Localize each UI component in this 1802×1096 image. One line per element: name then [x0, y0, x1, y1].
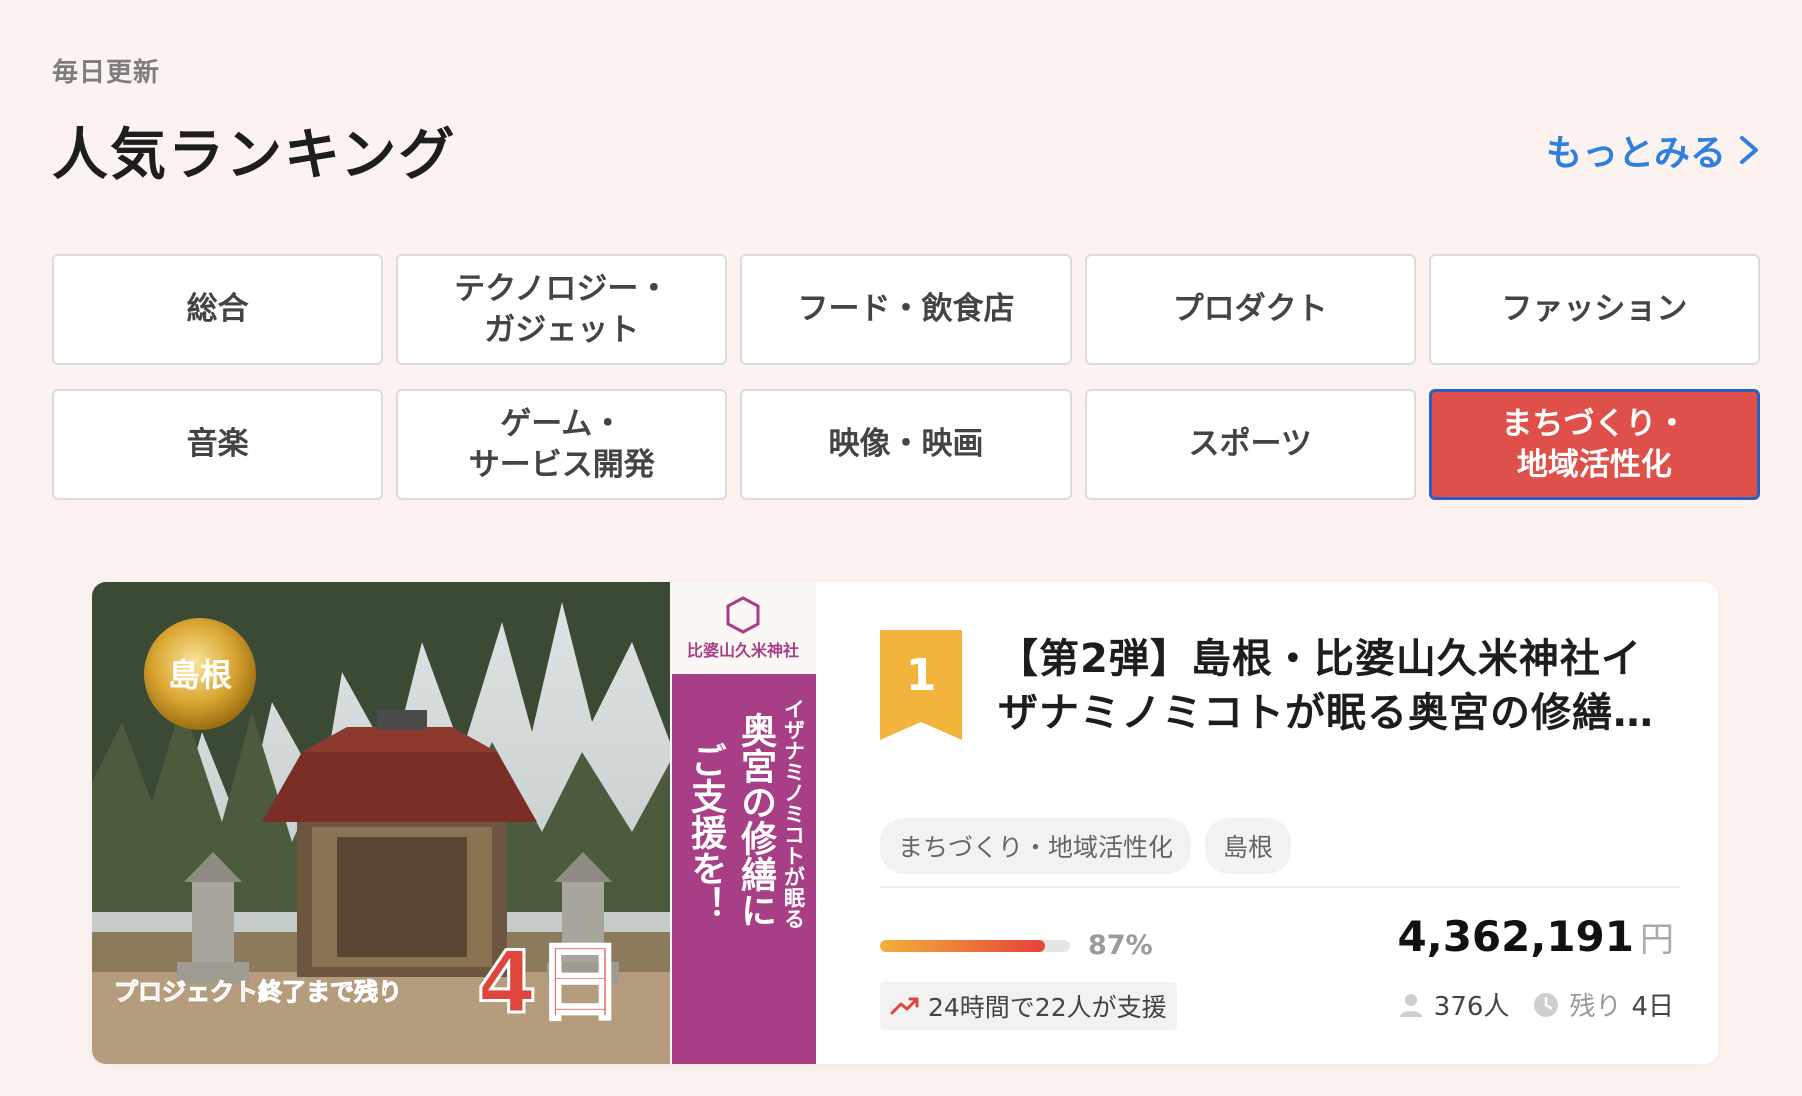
category-tab-music[interactable]: 音楽 — [52, 389, 384, 500]
category-tab-overall[interactable]: 総合 — [52, 254, 384, 365]
category-tab-technology[interactable]: テクノロジー・ ガジェット — [396, 254, 728, 365]
remaining-label: 残り — [1569, 992, 1622, 1022]
trend-text: 24時間で22人が支援 — [928, 993, 1167, 1022]
thumbnail-badge: 島根 — [168, 656, 232, 694]
funding-percent: 87% — [1088, 930, 1153, 961]
see-more-link[interactable]: もっとみる — [1546, 124, 1762, 176]
rank-number: 1 — [905, 650, 937, 701]
funding-amount-value: 4,362,191 — [1397, 912, 1634, 961]
thumbnail-vertical-large-2: ご支援を！ — [685, 742, 727, 922]
clock-icon — [1534, 992, 1559, 1017]
thumbnail-vertical-small: イザナミノミコトが眠る — [782, 698, 807, 929]
project-card[interactable]: 島根 プロジェクト終了まで残り 4日 比婆山久米神社 イザナミノミコトが眠る 奥… — [92, 582, 1718, 1064]
category-tabs: 総合 テクノロジー・ ガジェット フード・飲食店 プロダクト ファッション 音楽… — [52, 254, 1760, 500]
project-tag-category[interactable]: まちづくり・地域活性化 — [880, 818, 1192, 874]
section-eyebrow: 毎日更新 — [52, 58, 161, 88]
category-tab-community[interactable]: まちづくり・ 地域活性化 — [1428, 389, 1760, 500]
project-meta: 376人 残り 4日 — [1398, 986, 1674, 1023]
remaining-days: 4日 — [1631, 992, 1674, 1022]
funding-amount: 4,362,191 円 — [1398, 912, 1674, 961]
supporter-count: 376人 — [1433, 992, 1510, 1022]
category-tab-fashion[interactable]: ファッション — [1428, 254, 1760, 365]
funding-progress-bar — [880, 940, 1070, 952]
project-tags: まちづくり・地域活性化 島根 — [880, 818, 1292, 874]
ranking-section: 毎日更新 人気ランキング もっとみる 総合 テクノロジー・ ガジェット フード・… — [0, 0, 1802, 1096]
funding-progress-fill — [880, 940, 1046, 952]
project-title[interactable]: 【第2弾】島根・比婆山久米神社イザナミノミコトが眠る奥宮の修繕… — [998, 632, 1678, 740]
category-tab-video[interactable]: 映像・映画 — [740, 389, 1072, 500]
category-tab-sports[interactable]: スポーツ — [1084, 389, 1416, 500]
project-thumbnail[interactable]: 島根 プロジェクト終了まで残り 4日 比婆山久米神社 イザナミノミコトが眠る 奥… — [92, 582, 816, 1064]
thumbnail-shrine-name: 比婆山久米神社 — [687, 641, 799, 660]
category-tab-game[interactable]: ゲーム・ サービス開発 — [396, 389, 728, 500]
thumbnail-countdown-text: プロジェクト終了まで残り — [114, 977, 402, 1006]
section-title: 人気ランキング — [52, 123, 457, 188]
card-divider — [880, 886, 1680, 888]
category-tab-product[interactable]: プロダクト — [1084, 254, 1416, 365]
trending-up-icon — [890, 997, 919, 1015]
category-tab-food[interactable]: フード・飲食店 — [740, 254, 1072, 365]
chevron-right-icon — [1740, 136, 1758, 164]
thumbnail-countdown-value: 4日 — [477, 933, 623, 1033]
user-icon — [1399, 993, 1422, 1017]
funding-amount-currency: 円 — [1640, 920, 1674, 960]
thumbnail-vertical-large-1: 奥宮の修繕に — [735, 712, 777, 928]
see-more-label: もっとみる — [1545, 133, 1726, 174]
trend-badge: 24時間で22人が支援 — [880, 982, 1177, 1030]
project-tag-region[interactable]: 島根 — [1205, 818, 1292, 874]
